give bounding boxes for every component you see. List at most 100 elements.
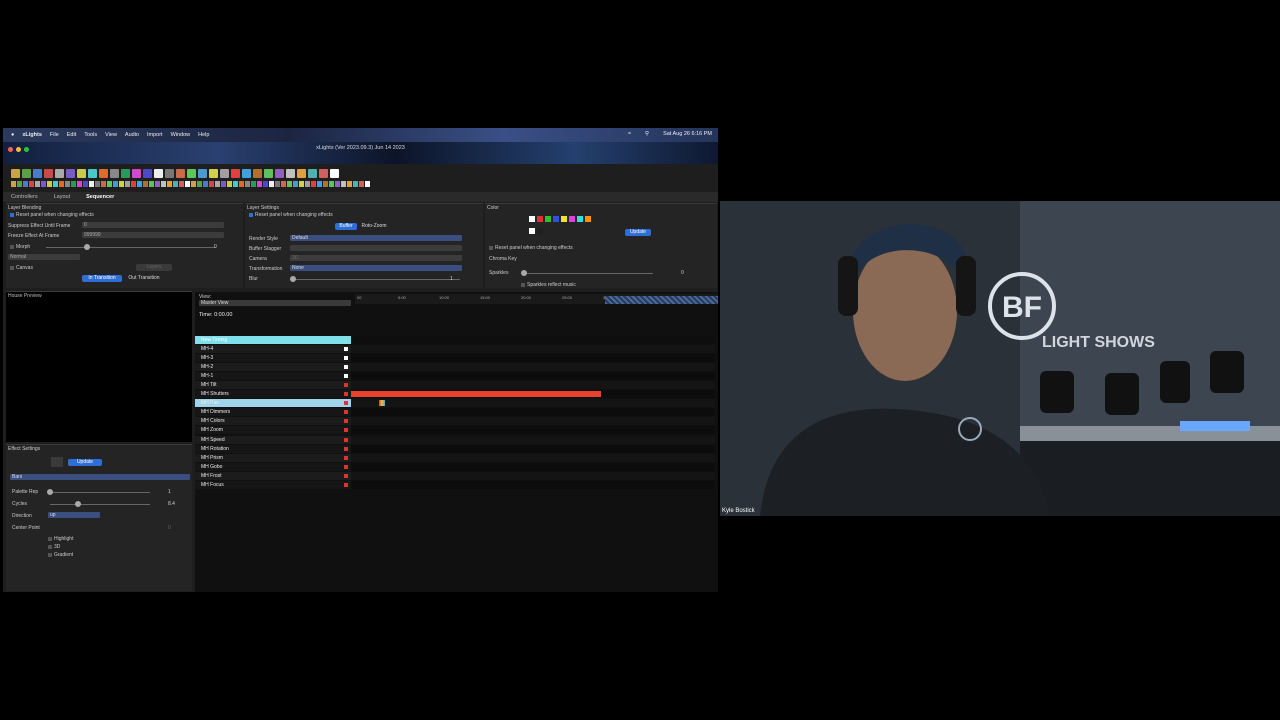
- render-toggle-icon[interactable]: [344, 392, 348, 397]
- render-style-select[interactable]: Default: [290, 235, 462, 241]
- effect-select[interactable]: Bars: [10, 474, 190, 480]
- model-track[interactable]: [351, 399, 715, 408]
- color-update-button[interactable]: Update: [625, 229, 651, 236]
- model-row[interactable]: MH Rotation: [195, 444, 351, 453]
- effect-icon[interactable]: [149, 181, 154, 187]
- toolbar-icon[interactable]: [66, 169, 75, 178]
- effect-icon[interactable]: [173, 181, 178, 187]
- effect-icon[interactable]: [281, 181, 286, 187]
- effect-icon[interactable]: [287, 181, 292, 187]
- model-track[interactable]: [351, 390, 715, 399]
- effect-icon[interactable]: [311, 181, 316, 187]
- effect-icon[interactable]: [23, 181, 28, 187]
- effect-icon[interactable]: [167, 181, 172, 187]
- palette-rep-slider[interactable]: [50, 492, 150, 493]
- effect-icon[interactable]: [101, 181, 106, 187]
- effect-icon[interactable]: [185, 181, 190, 187]
- render-toggle-icon[interactable]: [344, 446, 348, 451]
- color-swatch[interactable]: [545, 216, 551, 222]
- toolbar-icon[interactable]: [176, 169, 185, 178]
- effect-icon[interactable]: [53, 181, 58, 187]
- toolbar-icon[interactable]: [209, 169, 218, 178]
- model-track[interactable]: [351, 372, 715, 381]
- transformation-select[interactable]: None: [290, 265, 462, 271]
- effect-icon[interactable]: [137, 181, 142, 187]
- color-swatch[interactable]: [529, 228, 535, 234]
- blend-mode-select[interactable]: Normal: [8, 254, 80, 260]
- palette-rep-knob[interactable]: [47, 489, 53, 495]
- clock-text[interactable]: Sat Aug 26 6:16 PM: [663, 131, 712, 137]
- effect-icon[interactable]: [47, 181, 52, 187]
- render-toggle-icon[interactable]: [344, 473, 348, 478]
- model-row[interactable]: MH Focus: [195, 480, 351, 489]
- model-row[interactable]: MH Gobo: [195, 462, 351, 471]
- effect-icon[interactable]: [317, 181, 322, 187]
- model-track[interactable]: [351, 345, 715, 353]
- effect-icon[interactable]: [233, 181, 238, 187]
- effect-icon[interactable]: [89, 181, 94, 187]
- toolbar-icon[interactable]: [143, 169, 152, 178]
- effect-icon[interactable]: [359, 181, 364, 187]
- effect-icon[interactable]: [131, 181, 136, 187]
- in-transition-tab[interactable]: In Transition: [82, 275, 122, 282]
- render-toggle-icon[interactable]: [344, 464, 348, 469]
- blur-knob[interactable]: [290, 276, 296, 282]
- morph-checkbox[interactable]: Morph: [10, 244, 30, 250]
- timing-row[interactable]: New Timing: [195, 336, 351, 344]
- effect-icon[interactable]: [77, 181, 82, 187]
- color-swatch[interactable]: [561, 216, 567, 222]
- tab-controllers[interactable]: Controllers: [3, 194, 46, 200]
- effect-icon[interactable]: [41, 181, 46, 187]
- menu-app-name[interactable]: xLights: [22, 132, 42, 138]
- model-row[interactable]: MH Frost: [195, 471, 351, 480]
- effect-icon[interactable]: [263, 181, 268, 187]
- effect-icon[interactable]: [305, 181, 310, 187]
- sparkles-music-checkbox[interactable]: Sparkles reflect music: [521, 282, 576, 288]
- toolbar-icon[interactable]: [242, 169, 251, 178]
- toolbar-icon[interactable]: [297, 169, 306, 178]
- menu-edit[interactable]: Edit: [67, 132, 76, 138]
- menu-file[interactable]: File: [50, 132, 59, 138]
- model-track[interactable]: [351, 462, 715, 471]
- toolbar-icon[interactable]: [253, 169, 262, 178]
- effect-icon[interactable]: [155, 181, 160, 187]
- effect-icon[interactable]: [191, 181, 196, 187]
- effect-icon[interactable]: [335, 181, 340, 187]
- search-icon[interactable]: ⚲: [645, 131, 649, 137]
- roto-zoom-tab[interactable]: Roto-Zoom: [359, 223, 389, 230]
- effect-block[interactable]: [351, 391, 601, 398]
- menu-tools[interactable]: Tools: [84, 132, 97, 138]
- render-toggle-icon[interactable]: [344, 437, 348, 442]
- model-row[interactable]: MH Prism: [195, 453, 351, 462]
- effect-block[interactable]: [379, 400, 385, 407]
- effect-icon[interactable]: [215, 181, 220, 187]
- model-row[interactable]: MH-3: [195, 354, 351, 363]
- effect-icon[interactable]: [269, 181, 274, 187]
- toolbar-icon[interactable]: [264, 169, 273, 178]
- color-swatch[interactable]: [537, 228, 543, 234]
- reset-checkbox[interactable]: Reset panel when changing effects: [489, 245, 573, 251]
- sparkles-slider[interactable]: [523, 273, 653, 274]
- color-swatch[interactable]: [577, 216, 583, 222]
- effect-icon[interactable]: [125, 181, 130, 187]
- effect-icon[interactable]: [161, 181, 166, 187]
- effect-icon[interactable]: [11, 181, 16, 187]
- effect-icon[interactable]: [113, 181, 118, 187]
- model-track[interactable]: [351, 408, 715, 417]
- menu-import[interactable]: Import: [147, 132, 163, 138]
- model-row[interactable]: MH Zoom: [195, 426, 351, 435]
- view-select[interactable]: Master View: [199, 300, 351, 306]
- apple-icon[interactable]: ●: [11, 132, 14, 138]
- model-row[interactable]: MH-2: [195, 363, 351, 372]
- reset-checkbox[interactable]: Reset panel when changing effects: [10, 212, 94, 218]
- model-row[interactable]: MH Shutters: [195, 390, 351, 399]
- tab-layout[interactable]: Layout: [46, 194, 79, 200]
- cycles-knob[interactable]: [75, 501, 81, 507]
- cycles-slider[interactable]: [50, 504, 150, 505]
- model-row[interactable]: MH Tilt: [195, 381, 351, 390]
- toolbar-icon[interactable]: [88, 169, 97, 178]
- layers-button[interactable]: Layers: [136, 264, 172, 271]
- effect-icon[interactable]: [329, 181, 334, 187]
- effect-icon[interactable]: [251, 181, 256, 187]
- model-row[interactable]: MH Dimmers: [195, 408, 351, 417]
